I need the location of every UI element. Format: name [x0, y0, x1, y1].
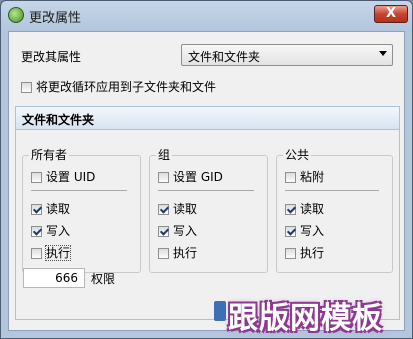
title-bar[interactable]: 更改属性 X	[1, 1, 412, 29]
public-exec-checkbox[interactable]	[285, 248, 296, 259]
group-write-checkbox[interactable]	[158, 226, 169, 237]
owner-read-checkbox[interactable]	[31, 204, 42, 215]
owner-read-label: 读取	[46, 202, 71, 216]
public-group: 公共 粘附 读取 写入 执行	[276, 146, 393, 273]
watermark-logo: 跟版网模板	[214, 293, 406, 336]
permissions-input[interactable]: 666	[23, 268, 85, 288]
owner-read-option[interactable]: 读取	[31, 200, 70, 216]
owner-setuid-label: 设置 UID	[46, 170, 96, 184]
owner-write-checkbox[interactable]	[31, 226, 42, 237]
owner-group: 所有者 设置 UID 读取 写入 执行	[22, 146, 141, 273]
watermark-mark-icon	[214, 301, 226, 321]
properties-window: 更改属性 X 更改其属性 文件和文件夹 将更改循环应用到子文件夹和文件 文件和文…	[0, 0, 413, 339]
group-group-title: 组	[156, 146, 173, 163]
attr-target-select[interactable]: 文件和文件夹	[181, 44, 393, 66]
owner-exec-checkbox[interactable]	[31, 248, 42, 259]
public-sticky-label: 粘附	[300, 170, 325, 184]
watermark-text: 跟版网模板	[228, 301, 383, 336]
separator	[31, 190, 127, 191]
apply-recursive-label: 将更改循环应用到子文件夹和文件	[36, 80, 217, 94]
public-group-title: 公共	[283, 146, 312, 163]
apply-recursive-option[interactable]: 将更改循环应用到子文件夹和文件	[21, 78, 216, 94]
public-write-checkbox[interactable]	[285, 226, 296, 237]
group-setgid-checkbox[interactable]	[158, 172, 169, 183]
group-exec-checkbox[interactable]	[158, 248, 169, 259]
owner-setuid-option[interactable]: 设置 UID	[31, 168, 95, 184]
public-sticky-option[interactable]: 粘附	[285, 168, 324, 184]
public-read-label: 读取	[300, 202, 325, 216]
group-group: 组 设置 GID 读取 写入 执行	[149, 146, 268, 273]
owner-exec-option[interactable]: 执行	[31, 244, 72, 261]
attr-target-value: 文件和文件夹	[188, 50, 261, 64]
dropdown-arrow-icon	[379, 51, 387, 56]
public-sticky-checkbox[interactable]	[285, 172, 296, 183]
window-title: 更改属性	[29, 11, 82, 26]
dialog-body: 更改其属性 文件和文件夹 将更改循环应用到子文件夹和文件 文件和文件夹 所有者 …	[8, 31, 405, 331]
group-write-label: 写入	[173, 224, 198, 238]
public-read-option[interactable]: 读取	[285, 200, 324, 216]
group-exec-label: 执行	[173, 246, 198, 260]
group-exec-option[interactable]: 执行	[158, 244, 197, 260]
owner-setuid-checkbox[interactable]	[31, 172, 42, 183]
public-write-label: 写入	[300, 224, 325, 238]
owner-write-label: 写入	[46, 224, 71, 238]
change-attr-label: 更改其属性	[21, 50, 82, 64]
owner-group-title: 所有者	[29, 146, 70, 163]
public-write-option[interactable]: 写入	[285, 222, 324, 238]
permissions-label: 权限	[91, 272, 116, 286]
group-read-option[interactable]: 读取	[158, 200, 197, 216]
close-button[interactable]: X	[374, 5, 408, 23]
public-exec-label: 执行	[300, 246, 325, 260]
owner-exec-label: 执行	[44, 245, 72, 261]
public-read-checkbox[interactable]	[285, 204, 296, 215]
separator	[285, 190, 379, 191]
public-exec-option[interactable]: 执行	[285, 244, 324, 260]
section-title: 文件和文件夹	[22, 113, 95, 127]
apply-recursive-checkbox[interactable]	[21, 82, 32, 93]
group-setgid-label: 设置 GID	[173, 170, 223, 184]
group-read-checkbox[interactable]	[158, 204, 169, 215]
group-read-label: 读取	[173, 202, 198, 216]
group-setgid-option[interactable]: 设置 GID	[158, 168, 223, 184]
owner-write-option[interactable]: 写入	[31, 222, 70, 238]
group-write-option[interactable]: 写入	[158, 222, 197, 238]
section-header: 文件和文件夹	[16, 107, 399, 130]
app-icon	[8, 7, 24, 23]
separator	[158, 190, 254, 191]
